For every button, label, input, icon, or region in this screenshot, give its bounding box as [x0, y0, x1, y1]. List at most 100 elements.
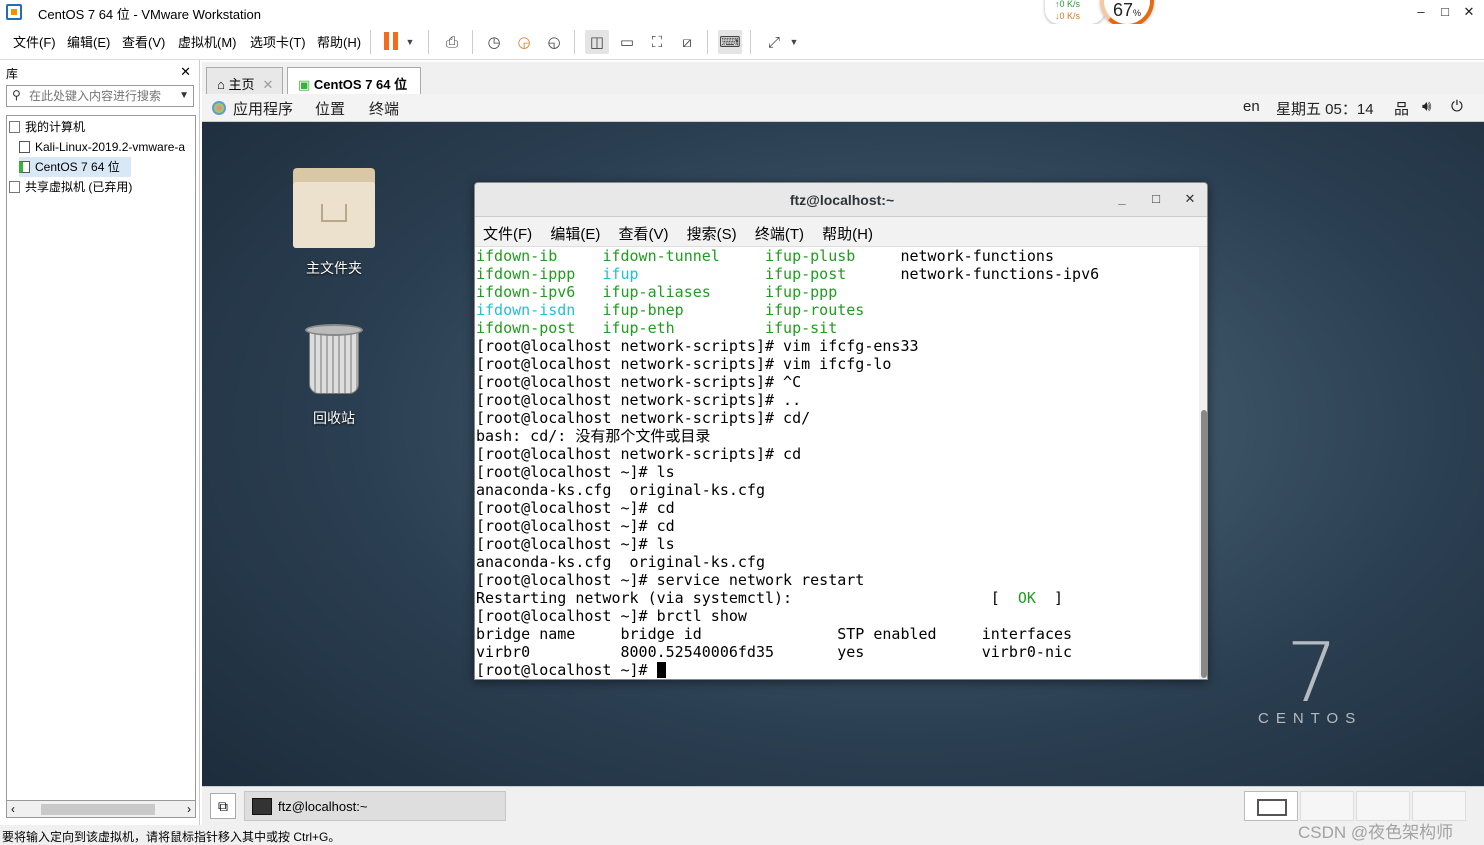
- library-horizontal-scrollbar[interactable]: ‹ ›: [6, 800, 196, 818]
- stretch-dropdown-chevron-icon[interactable]: ▼: [786, 30, 802, 54]
- terminal-window[interactable]: ftz@localhost:~ _ □ ✕ 文件(F) 编辑(E) 查看(V) …: [474, 182, 1208, 680]
- terminal-menu-terminal[interactable]: 终端(T): [755, 226, 804, 243]
- terminal-line: [root@localhost network-scripts]# ^C: [476, 373, 802, 391]
- terminal-close-button[interactable]: ✕: [1181, 191, 1199, 209]
- terminal-menu-view[interactable]: 查看(V): [619, 226, 669, 243]
- library-tree: 我的计算机 Kali-Linux-2019.2-vmware-a CentOS …: [6, 115, 196, 801]
- library-search-input[interactable]: [29, 88, 169, 104]
- library-search-box[interactable]: ⚲ ▼: [6, 85, 194, 107]
- ls-output-row: ifdown-ippp ifup ifup-post network-funct…: [476, 265, 1100, 283]
- ls-output-row: ifdown-ib ifdown-tunnel ifup-plusb netwo…: [476, 247, 1054, 265]
- vm-running-icon: [19, 161, 30, 173]
- gauge-value: 67: [1112, 0, 1133, 20]
- window-titlebar: CentOS 7 64 位 - VMware Workstation ↑0 K/…: [0, 0, 1484, 28]
- console-view-icon[interactable]: ⌨: [718, 30, 742, 54]
- terminal-menu-search[interactable]: 搜索(S): [687, 226, 737, 243]
- menu-view[interactable]: 查看(V): [122, 32, 165, 51]
- terminal-menu-file[interactable]: 文件(F): [483, 226, 532, 243]
- unity-icon[interactable]: ⧄: [675, 30, 699, 54]
- ls-output-row: ifdown-isdn ifup-bnep ifup-routes: [476, 301, 865, 319]
- menu-edit[interactable]: 编辑(E): [67, 32, 110, 51]
- input-language[interactable]: en: [1243, 98, 1260, 115]
- minimize-window-button[interactable]: –: [1410, 2, 1432, 22]
- snapshot-take-icon[interactable]: ◷: [482, 30, 506, 54]
- scroll-right-icon[interactable]: ›: [187, 802, 191, 816]
- full-screen-icon[interactable]: ⛶: [645, 30, 669, 54]
- restart-status-line: Restarting network (via systemctl): [ OK…: [476, 589, 1064, 607]
- scroll-left-icon[interactable]: ‹: [11, 802, 15, 816]
- pause-vm-icon[interactable]: [384, 32, 398, 50]
- workspace-3[interactable]: [1356, 791, 1410, 821]
- workspace-1[interactable]: [1244, 791, 1298, 821]
- gnome-menu-terminal[interactable]: 终端: [369, 98, 399, 119]
- terminal-line: anaconda-ks.cfg original-ks.cfg: [476, 553, 765, 571]
- tab-label: 主页: [228, 77, 255, 92]
- download-speed: ↓0 K/s: [1055, 11, 1081, 21]
- terminal-minimize-button[interactable]: _: [1113, 191, 1131, 209]
- vm-tab-strip: ⌂ 主页 ✕ ▣ CentOS 7 64 位✕: [202, 62, 1484, 108]
- terminal-output[interactable]: ifdown-ib ifdown-tunnel ifup-plusb netwo…: [475, 247, 1199, 679]
- snapshot-manager-icon[interactable]: ◵: [542, 30, 566, 54]
- terminal-line: [root@localhost ~]# brctl show: [476, 607, 747, 625]
- workspace-2[interactable]: [1300, 791, 1354, 821]
- menu-tabs[interactable]: 选项卡(T): [250, 32, 306, 51]
- desktop-trash[interactable]: 回收站: [284, 324, 384, 428]
- taskbar-terminal-button[interactable]: ftz@localhost:~: [244, 791, 506, 821]
- status-text: 要将输入定向到该虚拟机，请将鼠标指针移入其中或按 Ctrl+G。: [2, 830, 341, 844]
- toolbar-separator: [750, 30, 751, 54]
- gnome-clock[interactable]: 星期五 05：14: [1276, 98, 1374, 119]
- desktop-home-folder[interactable]: 主文件夹: [284, 168, 384, 278]
- tree-item-label: Kali-Linux-2019.2-vmware-a: [35, 140, 186, 154]
- folder-icon: [293, 168, 375, 248]
- shared-folder-icon: [9, 181, 20, 193]
- library-close-icon[interactable]: ✕: [180, 64, 191, 80]
- power-icon[interactable]: ⏻: [1451, 98, 1463, 115]
- network-monitor-widget[interactable]: ↑0 K/s ↓0 K/s: [1045, 0, 1105, 24]
- gnome-menu-applications[interactable]: 应用程序: [233, 98, 293, 119]
- menu-help[interactable]: 帮助(H): [317, 32, 361, 51]
- toolbar-separator: [370, 30, 371, 54]
- ok-status: OK: [1017, 589, 1036, 607]
- terminal-line: bash: cd/: 没有那个文件或目录: [476, 427, 711, 445]
- tab-home[interactable]: ⌂ 主页 ✕: [206, 67, 283, 95]
- thumbnail-bar-icon[interactable]: ▭: [615, 30, 639, 54]
- terminal-menu-help[interactable]: 帮助(H): [822, 226, 873, 243]
- power-dropdown-chevron-icon[interactable]: ▼: [400, 30, 420, 54]
- close-window-button[interactable]: ✕: [1458, 2, 1480, 22]
- network-icon[interactable]: 品: [1394, 98, 1409, 119]
- terminal-menu-edit[interactable]: 编辑(E): [550, 226, 600, 243]
- terminal-line: anaconda-ks.cfg original-ks.cfg: [476, 481, 765, 499]
- terminal-maximize-button[interactable]: □: [1147, 191, 1165, 209]
- terminal-icon: [252, 798, 272, 815]
- vm-icon: [19, 141, 30, 153]
- stretch-guest-icon[interactable]: ⤢: [762, 30, 786, 54]
- search-icon: ⚲: [12, 88, 21, 102]
- snapshot-revert-icon[interactable]: ◶: [512, 30, 536, 54]
- menu-file[interactable]: 文件(F): [13, 32, 56, 51]
- brctl-row: virbr0 8000.52540006fd35 yes virbr0-nic: [476, 643, 1073, 661]
- tree-item-my-computer[interactable]: 我的计算机: [7, 117, 193, 137]
- terminal-line: [root@localhost ~]# service network rest…: [476, 571, 865, 589]
- terminal-scrollbar[interactable]: [1199, 247, 1207, 679]
- search-dropdown-chevron-icon[interactable]: ▼: [179, 90, 189, 101]
- tree-item-centos[interactable]: CentOS 7 64 位: [19, 157, 131, 177]
- gnome-foot-icon: [212, 101, 226, 115]
- workspace-window-preview: [1257, 799, 1287, 816]
- terminal-titlebar: ftz@localhost:~: [475, 183, 1207, 217]
- maximize-window-button[interactable]: □: [1434, 2, 1456, 22]
- tab-centos[interactable]: ▣ CentOS 7 64 位✕: [287, 67, 421, 108]
- gnome-menu-places[interactable]: 位置: [315, 98, 345, 119]
- show-desktop-icon[interactable]: ⧉: [210, 793, 236, 819]
- taskbar-label: ftz@localhost:~: [278, 799, 368, 814]
- scrollbar-thumb[interactable]: [41, 804, 155, 815]
- volume-icon[interactable]: 🔊︎: [1422, 98, 1431, 115]
- send-ctrl-alt-del-icon[interactable]: ⎙: [440, 30, 464, 54]
- menu-vm[interactable]: 虚拟机(M): [178, 32, 237, 51]
- tree-item-shared-vms[interactable]: 共享虚拟机 (已弃用): [7, 177, 193, 197]
- show-library-icon[interactable]: ◫: [585, 30, 609, 54]
- scrollbar-thumb[interactable]: [1201, 410, 1207, 678]
- workspace-4[interactable]: [1412, 791, 1466, 821]
- guest-display[interactable]: 应用程序 位置 终端 en 星期五 05：14 品 🔊︎ ⏻ 主文件夹 回收站 …: [202, 94, 1484, 825]
- close-tab-icon[interactable]: ✕: [262, 77, 273, 92]
- tree-item-kali[interactable]: Kali-Linux-2019.2-vmware-a: [19, 137, 195, 157]
